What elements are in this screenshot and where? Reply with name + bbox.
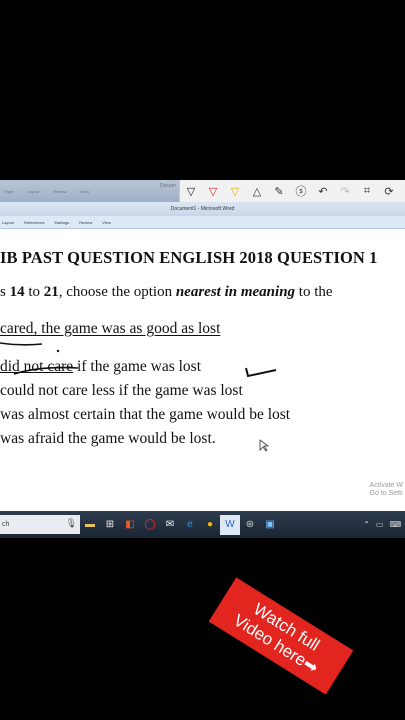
option-b: could not care less if the game was lost: [0, 382, 243, 399]
search-text: ch: [2, 521, 10, 528]
edge-icon[interactable]: e: [180, 515, 200, 535]
instruction-number: 14: [9, 284, 25, 300]
screenshot-icon[interactable]: ⟳: [378, 180, 400, 202]
tray-chevron-icon[interactable]: ⌃: [363, 520, 370, 529]
pen-red-icon[interactable]: ▽: [202, 180, 224, 202]
chrome-icon[interactable]: ●: [200, 515, 220, 535]
instruction-text: to: [24, 284, 44, 300]
pen-yellow-icon[interactable]: ▽: [224, 180, 246, 202]
document-page[interactable]: IB PAST QUESTION ENGLISH 2018 QUESTION 1…: [0, 228, 405, 500]
pen-black-icon[interactable]: ▽: [180, 180, 202, 202]
ink-stroke-question: [0, 342, 43, 346]
store-icon[interactable]: ⊞: [100, 515, 120, 535]
settings-icon[interactable]: ⊛: [240, 515, 260, 535]
redo-icon[interactable]: ↷: [334, 180, 356, 202]
opera-icon[interactable]: ◯: [140, 515, 160, 535]
ink-check-mark: [245, 367, 277, 378]
ribbon-tab[interactable]: Page: [4, 189, 13, 194]
question-sentence: cared, the game was as good as lost: [0, 320, 221, 337]
highlighter-icon[interactable]: ✎: [268, 180, 290, 202]
ribbon-tab[interactable]: Review: [53, 189, 66, 194]
ribbon-tab[interactable]: Layout: [27, 189, 39, 194]
eraser-icon[interactable]: △: [246, 180, 268, 202]
pen-toolbar: ▽ ▽ ▽ △ ✎ ⓢ ↶ ↷ ⌗ ⟳: [179, 180, 405, 202]
ribbon-tabs: Page Layout Review View: [0, 184, 89, 198]
watch-video-badge[interactable]: Watch full Video here➡: [208, 577, 354, 695]
watermark-line: Activate W: [369, 482, 403, 489]
option-a-rest: if the game was lost: [73, 358, 202, 375]
instruction-number: 21: [43, 284, 59, 300]
lasso-icon[interactable]: ⓢ: [290, 180, 312, 202]
word-icon[interactable]: W: [220, 514, 240, 535]
tray-battery-icon[interactable]: ▭: [376, 520, 384, 529]
menu-tab-view[interactable]: View: [102, 220, 111, 225]
mail-icon[interactable]: ✉: [160, 515, 180, 535]
menu-tab-references[interactable]: References: [24, 220, 44, 225]
file-explorer-icon[interactable]: ▬: [80, 515, 100, 535]
mouse-cursor-icon: [259, 439, 270, 452]
screen: Page Layout Review View Docum ▽ ▽ ▽ △ ✎ …: [0, 180, 405, 538]
document-instruction: s 14 to 21, choose the option nearest in…: [0, 284, 333, 301]
office-icon[interactable]: ◧: [120, 515, 140, 535]
instruction-text: , choose the option: [58, 284, 176, 300]
menu-tab-mailings[interactable]: Mailings: [54, 220, 69, 225]
option-a: did not care if the game was lost: [0, 358, 201, 376]
instruction-emphasis: nearest in meaning: [175, 284, 296, 300]
system-tray: ⌃ ▭ ⌨: [363, 520, 405, 529]
crop-icon[interactable]: ⌗: [356, 180, 378, 202]
taskbar-search[interactable]: ch 🎙: [0, 515, 80, 534]
instruction-text: s: [0, 284, 10, 300]
taskbar: ch 🎙 ▬ ⊞ ◧ ◯ ✉ e ● W ⊛ ▣ ⌃ ▭ ⌨: [0, 511, 405, 538]
option-c: was almost certain that the game would b…: [0, 406, 291, 423]
watermark-line: Go to Setti: [369, 490, 403, 497]
menu-tab-review[interactable]: Review: [79, 220, 92, 225]
app-label: Docum: [160, 183, 176, 189]
option-d: was afraid the game would be lost.: [0, 430, 216, 447]
undo-icon[interactable]: ↶: [312, 180, 334, 202]
microphone-icon[interactable]: 🎙: [66, 518, 77, 529]
tray-keyboard-icon[interactable]: ⌨: [389, 520, 401, 529]
menu-tab-layout[interactable]: Layout: [2, 220, 14, 225]
activate-windows-watermark: Activate W Go to Setti: [370, 482, 403, 498]
window-title: Document1 - Microsoft Word: [170, 206, 235, 212]
ink-dot: [56, 349, 60, 353]
option-a-underlined: did not care: [0, 358, 74, 375]
document-heading: IB PAST QUESTION ENGLISH 2018 QUESTION 1: [0, 248, 378, 267]
title-bar: Document1 - Microsoft Word: [0, 202, 405, 216]
instruction-text: to the: [295, 284, 333, 300]
ribbon-tab[interactable]: View: [80, 189, 89, 194]
photos-icon[interactable]: ▣: [260, 515, 280, 535]
